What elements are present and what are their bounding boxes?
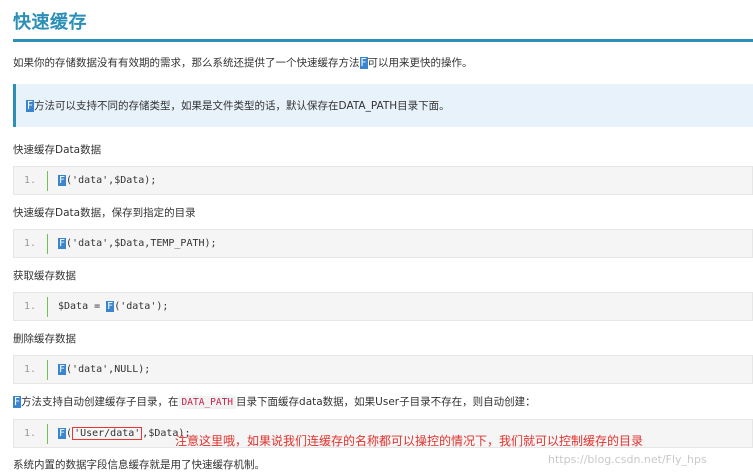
f-function-highlight: F (106, 301, 115, 312)
f-function-highlight: F (58, 364, 67, 375)
code-block: 1. F('data',$Data,TEMP_PATH); (13, 229, 753, 258)
footer-text: 系统内置的数据字段信息缓存就是用了快速缓存机制。 (13, 459, 265, 471)
code-block: 1. F('data',$Data); (13, 166, 753, 195)
gutter-rule (47, 171, 48, 191)
f-function-highlight: F (58, 175, 67, 186)
gutter-rule (47, 424, 48, 444)
code-prefix: $Data = (58, 301, 107, 312)
intro-text-after: 可以用来更快的操作。 (367, 57, 473, 69)
f-function-highlight: F (26, 100, 35, 112)
gutter-rule (47, 297, 48, 317)
code-block: 1. F('data',NULL); (13, 355, 753, 384)
note-box: F方法可以支持不同的存储类型，如果是文件类型的话，默认保存在DATA_PATH目… (13, 84, 753, 127)
line-number: 1. (24, 238, 37, 249)
red-annotation: 注意这里哦，如果说我们连缓存的名称都可以操控的情况下，我们就可以控制缓存的目录 (175, 434, 644, 448)
f-function-highlight: F (58, 428, 67, 439)
intro-paragraph: 如果你的存储数据没有有效期的需求，那么系统还提供了一个快速缓存方法F可以用来更快… (13, 56, 473, 70)
cache-name-arg-highlight: 'User/data' (72, 427, 143, 440)
code-line: F('data',$Data,TEMP_PATH); (58, 238, 217, 249)
section-heading: 快速缓存Data数据，保存到指定的目录 (13, 207, 196, 219)
subdir-paragraph: F方法支持自动创建缓存子目录，在 DATA_PATH 目录下面缓存data数据，如果… (13, 395, 536, 410)
line-number: 1. (24, 428, 37, 439)
code-line: F('data',NULL); (58, 364, 150, 375)
gutter-rule (47, 234, 48, 254)
code-line: F('User/data' ,$Data); (58, 427, 190, 440)
intro-text-before: 如果你的存储数据没有有效期的需求，那么系统还提供了一个快速缓存方法 (13, 57, 360, 69)
note-text: F方法可以支持不同的存储类型，如果是文件类型的话，默认保存在DATA_PATH目… (26, 98, 450, 113)
code-line: $Data = F('data'); (58, 301, 168, 312)
watermark: https://blog.csdn.net/Fly_hps (548, 453, 707, 466)
gutter-rule (47, 360, 48, 380)
code-line: F('data',$Data); (58, 175, 156, 186)
f-function-highlight: F (13, 396, 22, 408)
code-args: ('data',$Data,TEMP_PATH); (66, 238, 217, 249)
subdir-text-2: 目录下面缓存data数据，如果User子目录不存在，则自动创建： (236, 396, 536, 408)
line-number: 1. (24, 175, 37, 186)
code-args: ('data',$Data); (66, 175, 157, 186)
line-number: 1. (24, 301, 37, 312)
title-rule (13, 39, 753, 42)
page-title: 快速缓存 (13, 12, 87, 33)
line-number: 1. (24, 364, 37, 375)
f-function-highlight: F (58, 238, 67, 249)
code-block: 1. $Data = F('data'); (13, 292, 753, 321)
code-args: ('data'); (114, 301, 169, 312)
section-heading: 快速缓存Data数据 (13, 144, 102, 156)
inline-code-data-path: DATA_PATH (178, 396, 237, 409)
note-body: 方法可以支持不同的存储类型，如果是文件类型的话，默认保存在DATA_PATH目录… (34, 100, 450, 112)
subdir-text-1: 方法支持自动创建缓存子目录，在 (21, 396, 179, 408)
section-heading: 获取缓存数据 (13, 270, 76, 282)
f-function-highlight: F (359, 57, 368, 69)
code-args: ('data',NULL); (66, 364, 151, 375)
section-heading: 删除缓存数据 (13, 333, 76, 345)
